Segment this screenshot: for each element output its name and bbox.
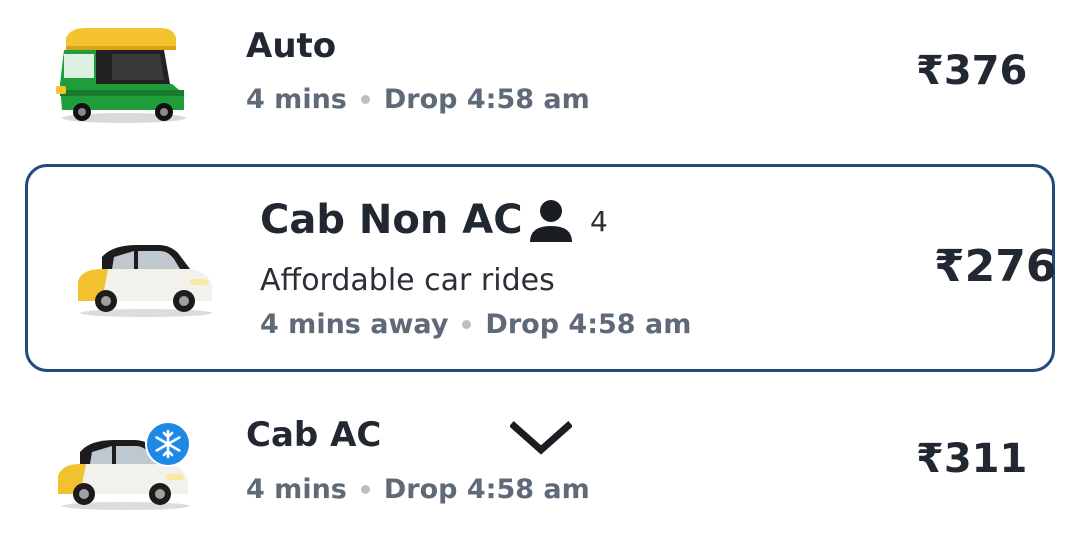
ride-options-list: Auto 4 mins Drop 4:58 am ₹376 Cab Non AC… [0,0,1080,558]
seat-count: 4 [590,204,608,238]
separator-dot [360,485,370,494]
seat-capacity: 4 [528,197,608,245]
ride-price: ₹376 [916,48,1028,94]
ride-meta: 4 mins Drop 4:58 am [246,474,590,505]
eta-text: 4 mins [246,84,347,115]
drop-time-text: Drop 4:58 am [383,84,590,115]
ride-description: Affordable car rides [260,263,555,298]
separator-dot [462,320,472,329]
drop-time-text: Drop 4:58 am [383,474,590,505]
separator-dot [360,95,370,104]
chevron-down-icon[interactable] [510,420,572,456]
eta-text: 4 mins away [260,309,449,340]
person-icon [530,200,572,242]
ride-option-auto[interactable]: Auto 4 mins Drop 4:58 am ₹376 [0,0,1080,150]
cab-ac-icon [58,422,191,510]
ride-option-cab-non-ac[interactable]: Cab Non AC 4 Affordable car rides 4 mins… [25,164,1057,372]
ride-title: Cab AC [246,415,382,455]
ride-title: Auto [246,26,337,66]
cab-icon [78,245,212,317]
auto-rickshaw-icon [56,28,186,123]
ride-price: ₹276 [934,241,1057,292]
drop-time-text: Drop 4:58 am [485,309,692,340]
ride-option-cab-ac[interactable]: Cab AC 4 mins Drop 4:58 am ₹311 [0,392,1080,558]
ride-price: ₹311 [916,436,1028,482]
ride-title: Cab Non AC [260,197,523,243]
snowflake-icon [145,422,191,467]
ride-meta: 4 mins Drop 4:58 am [246,84,590,115]
ride-meta: 4 mins away Drop 4:58 am [260,309,691,340]
eta-text: 4 mins [246,474,347,505]
